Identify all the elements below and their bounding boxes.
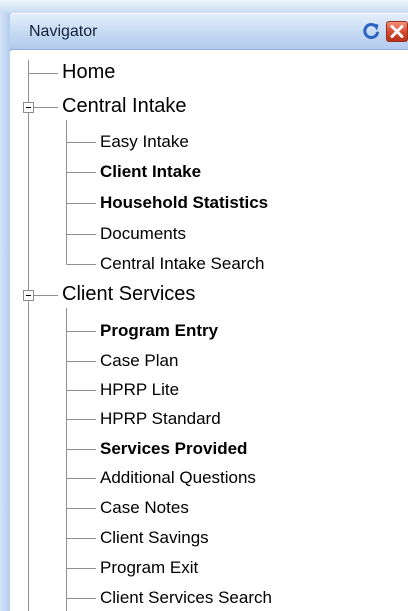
- tree-item-hprp-lite[interactable]: HPRP Lite: [100, 380, 179, 400]
- tree-item-program-entry[interactable]: Program Entry: [100, 321, 218, 341]
- collapse-icon[interactable]: [23, 102, 34, 113]
- collapse-icon[interactable]: [23, 290, 34, 301]
- panel-title: Navigator: [29, 23, 98, 40]
- tree-item-client-savings[interactable]: Client Savings: [100, 528, 209, 548]
- navigator-tree: Home Central Intake Easy Intake Client I…: [10, 51, 408, 611]
- tree-item-case-notes[interactable]: Case Notes: [100, 498, 189, 518]
- tree-item-additional-questions[interactable]: Additional Questions: [100, 468, 256, 488]
- close-icon[interactable]: [386, 21, 408, 42]
- tree-group-central-intake[interactable]: Central Intake: [62, 95, 187, 118]
- tree-item-central-intake-search[interactable]: Central Intake Search: [100, 254, 264, 274]
- tree-item-household-statistics[interactable]: Household Statistics: [100, 193, 268, 213]
- tree-item-easy-intake[interactable]: Easy Intake: [100, 132, 189, 152]
- tree-item-hprp-standard[interactable]: HPRP Standard: [100, 409, 221, 429]
- tree-item-services-provided[interactable]: Services Provided: [100, 439, 247, 459]
- tree-item-case-plan[interactable]: Case Plan: [100, 351, 178, 371]
- window-top-border: [0, 0, 408, 13]
- tree-item-home[interactable]: Home: [62, 61, 115, 84]
- refresh-icon[interactable]: [361, 21, 381, 42]
- tree-item-client-intake[interactable]: Client Intake: [100, 162, 201, 182]
- navigator-header: Navigator: [10, 14, 408, 50]
- tree-item-client-services-search[interactable]: Client Services Search: [100, 588, 272, 608]
- tree-item-documents[interactable]: Documents: [100, 224, 186, 244]
- tree-group-client-services[interactable]: Client Services: [62, 283, 195, 306]
- tree-item-program-exit[interactable]: Program Exit: [100, 558, 198, 578]
